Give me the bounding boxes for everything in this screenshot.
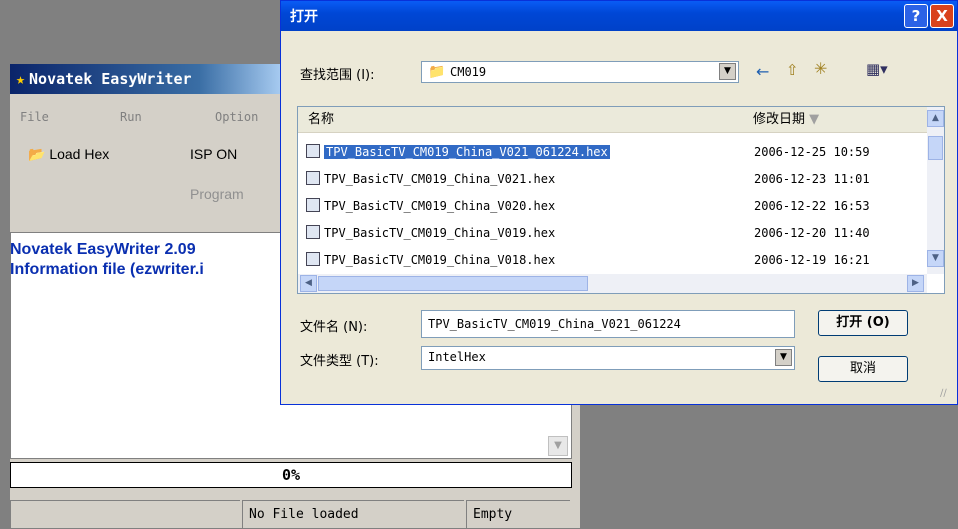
filetype-combo[interactable]: IntelHex ▼ — [421, 346, 795, 370]
menu-bar: File Run Option — [10, 106, 280, 128]
file-icon — [306, 252, 320, 266]
open-button[interactable]: 打开 (O) — [818, 310, 908, 336]
dialog-title-bar — [281, 1, 957, 31]
file-row[interactable]: TPV_BasicTV_CM019_China_V019.hex 2006-12-… — [306, 222, 926, 244]
close-icon: X — [936, 7, 948, 25]
look-in-value: CM019 — [450, 65, 487, 79]
column-name-header[interactable]: 名称 — [298, 107, 743, 133]
chevron-down-icon[interactable]: ▼ — [775, 349, 792, 366]
load-hex-button[interactable]: 📂 Load Hex — [28, 146, 109, 163]
view-menu-icon[interactable]: ▦▾ — [866, 60, 888, 78]
menu-run[interactable]: Run — [120, 110, 142, 124]
app-icon: ★ — [16, 70, 26, 88]
program-button[interactable]: Program — [190, 186, 244, 202]
help-button[interactable]: ? — [904, 4, 928, 28]
folder-icon: 📁 — [428, 64, 446, 80]
filetype-value: IntelHex — [428, 350, 486, 364]
log-text: Novatek EasyWriter 2.09 Information file… — [10, 240, 204, 280]
status-file: No File loaded — [242, 500, 464, 528]
look-in-combo[interactable]: 📁 CM019 ▼ — [421, 61, 739, 83]
file-icon — [306, 144, 320, 158]
filename-input[interactable]: TPV_BasicTV_CM019_China_V021_061224 — [421, 310, 795, 338]
file-row[interactable]: TPV_BasicTV_CM019_China_V020.hex 2006-12-… — [306, 195, 926, 217]
status-state: Empty — [466, 500, 570, 528]
file-name: TPV_BasicTV_CM019_China_V019.hex — [324, 226, 556, 240]
log-scroll-down-button[interactable]: ▼ — [548, 436, 568, 456]
log-line: Novatek EasyWriter 2.09 — [10, 241, 196, 258]
look-in-label: 查找范围 (I): — [300, 68, 375, 83]
column-date-label: 修改日期 — [753, 112, 806, 127]
up-folder-icon[interactable]: ⇧ — [786, 61, 799, 79]
resize-grip[interactable]: ∕∕ — [940, 388, 947, 399]
file-icon — [306, 225, 320, 239]
load-hex-label: Load Hex — [49, 146, 110, 162]
scroll-down-button[interactable]: ▼ — [927, 250, 944, 267]
file-name: TPV_BasicTV_CM019_China_V020.hex — [324, 199, 556, 213]
new-folder-icon[interactable]: ✳ — [814, 59, 827, 78]
vertical-scrollbar[interactable] — [927, 107, 944, 274]
horizontal-scroll-thumb[interactable] — [318, 276, 588, 291]
menu-option[interactable]: Option — [215, 110, 258, 124]
app-title-bar: ★ Novatek EasyWriter — [10, 64, 280, 94]
back-arrow-icon[interactable]: ← — [756, 62, 769, 81]
filename-label: 文件名 (N): — [300, 320, 368, 335]
folder-icon: 📂 — [28, 146, 46, 162]
chevron-down-icon[interactable]: ▼ — [719, 63, 736, 80]
file-name: TPV_BasicTV_CM019_China_V021_061224.hex — [324, 145, 610, 159]
column-date-header[interactable]: 修改日期 ▼ — [743, 107, 927, 133]
close-button[interactable]: X — [930, 4, 954, 28]
file-date: 2006-12-19 16:21 — [754, 253, 870, 267]
file-row[interactable]: TPV_BasicTV_CM019_China_V018.hex 2006-12-… — [306, 249, 926, 271]
log-line: Information file (ezwriter.i — [10, 261, 204, 278]
filetype-label: 文件类型 (T): — [300, 354, 379, 369]
scroll-left-button[interactable]: ◀ — [300, 275, 317, 292]
file-row[interactable]: TPV_BasicTV_CM019_China_V021.hex 2006-12-… — [306, 168, 926, 190]
dialog-title: 打开 — [290, 9, 318, 25]
cancel-button[interactable]: 取消 — [818, 356, 908, 382]
isp-on-button[interactable]: ISP ON — [190, 146, 237, 162]
file-date: 2006-12-23 11:01 — [754, 172, 870, 186]
menu-file[interactable]: File — [20, 110, 49, 124]
file-icon — [306, 198, 320, 212]
file-name: TPV_BasicTV_CM019_China_V018.hex — [324, 253, 556, 267]
file-date: 2006-12-25 10:59 — [754, 145, 870, 159]
file-name: TPV_BasicTV_CM019_China_V021.hex — [324, 172, 556, 186]
toolbar: 📂 Load Hex ISP ON Program — [10, 140, 280, 210]
file-row[interactable]: TPV_BasicTV_CM019_China_V021_061224.hex 2… — [306, 141, 926, 163]
file-date: 2006-12-22 16:53 — [754, 199, 870, 213]
scroll-up-button[interactable]: ▲ — [927, 110, 944, 127]
progress-bar: 0% — [10, 462, 572, 488]
file-date: 2006-12-20 11:40 — [754, 226, 870, 240]
help-icon: ? — [911, 7, 921, 25]
status-cell-empty — [10, 500, 240, 528]
file-icon — [306, 171, 320, 185]
vertical-scroll-thumb[interactable] — [928, 136, 943, 160]
scroll-right-button[interactable]: ▶ — [907, 275, 924, 292]
app-title: Novatek EasyWriter — [29, 70, 192, 88]
